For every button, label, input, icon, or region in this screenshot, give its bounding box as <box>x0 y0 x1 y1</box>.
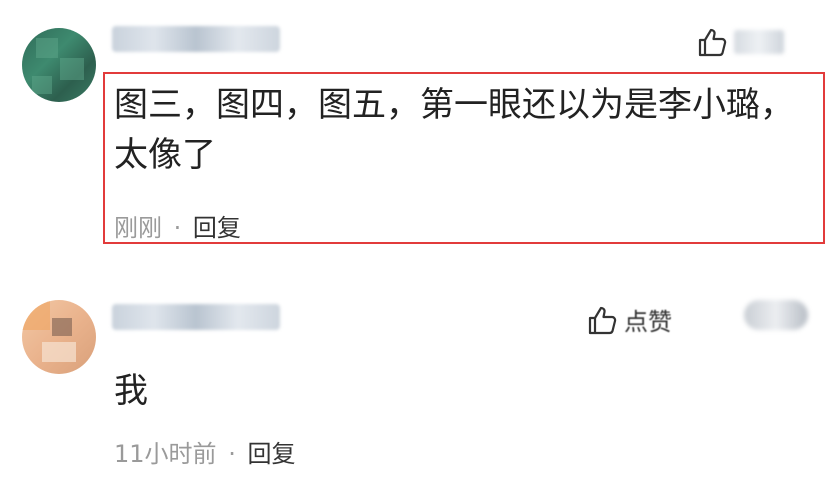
reply-button[interactable]: 回复 <box>193 214 241 242</box>
reply-button[interactable]: 回复 <box>247 440 295 468</box>
thumbs-up-icon <box>586 304 618 336</box>
meta-separator: · <box>173 214 182 242</box>
comment-time: 刚刚 <box>114 214 162 242</box>
comment-item: 点赞 我 11小时前 · 回复 <box>0 260 840 492</box>
comment-meta: 11小时前 · 回复 <box>114 434 295 469</box>
like-label <box>734 30 784 54</box>
username[interactable] <box>112 304 280 330</box>
comment-text: 我 <box>114 371 148 411</box>
username[interactable] <box>112 26 280 52</box>
more-button[interactable] <box>744 300 808 330</box>
comment-text: 图三，图四，图五，第一眼还以为是李小璐，太像了 <box>114 85 794 175</box>
comment-time: 11小时前 <box>114 440 217 468</box>
meta-separator: · <box>228 440 236 468</box>
avatar[interactable] <box>22 300 96 374</box>
like-button[interactable] <box>696 26 784 58</box>
comment-meta: 刚刚 · 回复 <box>114 208 241 243</box>
like-button[interactable]: 点赞 <box>586 302 672 337</box>
thumbs-up-icon <box>696 26 728 58</box>
comment-item: 图三，图四，图五，第一眼还以为是李小璐，太像了 刚刚 · 回复 <box>0 0 840 260</box>
avatar[interactable] <box>22 28 96 102</box>
like-label: 点赞 <box>624 308 672 336</box>
